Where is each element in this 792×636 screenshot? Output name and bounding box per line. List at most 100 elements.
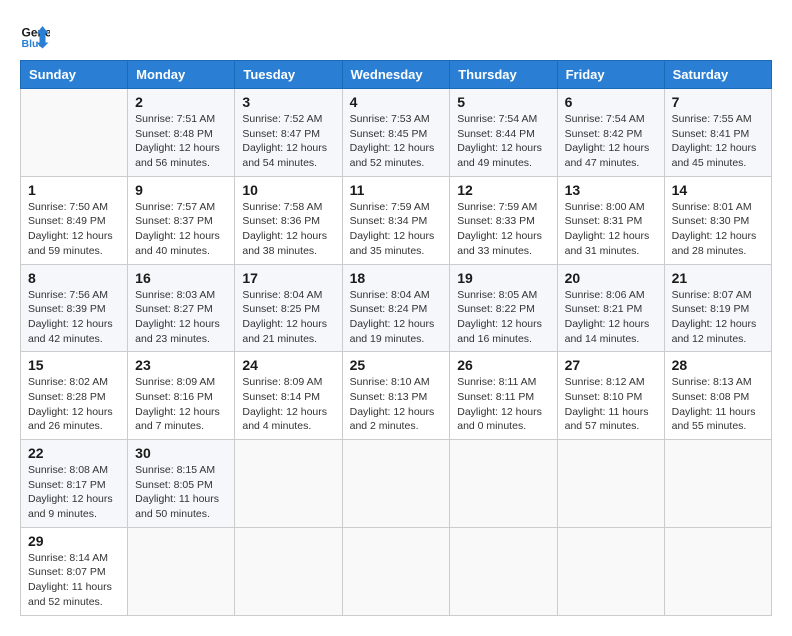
day-info: Sunrise: 7:59 AMSunset: 8:33 PMDaylight:… [457,201,542,257]
day-number: 6 [565,94,657,110]
header-day: Monday [128,61,235,89]
calendar-week-row: 22 Sunrise: 8:08 AMSunset: 8:17 PMDaylig… [21,440,772,528]
calendar-cell: 18 Sunrise: 8:04 AMSunset: 8:24 PMDaylig… [342,264,450,352]
header-day: Wednesday [342,61,450,89]
calendar-cell: 9 Sunrise: 7:57 AMSunset: 8:37 PMDayligh… [128,176,235,264]
calendar-cell: 5 Sunrise: 7:54 AMSunset: 8:44 PMDayligh… [450,89,557,177]
calendar-cell: 26 Sunrise: 8:11 AMSunset: 8:11 PMDaylig… [450,352,557,440]
day-info: Sunrise: 8:08 AMSunset: 8:17 PMDaylight:… [28,464,113,520]
day-number: 24 [242,357,334,373]
calendar-cell: 14 Sunrise: 8:01 AMSunset: 8:30 PMDaylig… [664,176,771,264]
calendar-cell: 7 Sunrise: 7:55 AMSunset: 8:41 PMDayligh… [664,89,771,177]
day-number: 3 [242,94,334,110]
logo: General Blue [20,20,50,50]
header-row: SundayMondayTuesdayWednesdayThursdayFrid… [21,61,772,89]
calendar-week-row: 15 Sunrise: 8:02 AMSunset: 8:28 PMDaylig… [21,352,772,440]
day-info: Sunrise: 7:54 AMSunset: 8:42 PMDaylight:… [565,113,650,169]
calendar-cell [557,440,664,528]
day-number: 8 [28,270,120,286]
calendar-cell: 30 Sunrise: 8:15 AMSunset: 8:05 PMDaylig… [128,440,235,528]
header-day: Saturday [664,61,771,89]
calendar-cell: 1 Sunrise: 7:50 AMSunset: 8:49 PMDayligh… [21,176,128,264]
day-number: 22 [28,445,120,461]
day-number: 19 [457,270,549,286]
calendar-cell: 12 Sunrise: 7:59 AMSunset: 8:33 PMDaylig… [450,176,557,264]
calendar-cell: 11 Sunrise: 7:59 AMSunset: 8:34 PMDaylig… [342,176,450,264]
header-day: Sunday [21,61,128,89]
calendar-cell: 20 Sunrise: 8:06 AMSunset: 8:21 PMDaylig… [557,264,664,352]
calendar-cell [664,527,771,615]
calendar-cell: 3 Sunrise: 7:52 AMSunset: 8:47 PMDayligh… [235,89,342,177]
calendar-cell: 15 Sunrise: 8:02 AMSunset: 8:28 PMDaylig… [21,352,128,440]
day-info: Sunrise: 7:59 AMSunset: 8:34 PMDaylight:… [350,201,435,257]
day-number: 28 [672,357,764,373]
day-info: Sunrise: 7:58 AMSunset: 8:36 PMDaylight:… [242,201,327,257]
day-info: Sunrise: 7:55 AMSunset: 8:41 PMDaylight:… [672,113,757,169]
day-info: Sunrise: 7:54 AMSunset: 8:44 PMDaylight:… [457,113,542,169]
calendar-cell: 2 Sunrise: 7:51 AMSunset: 8:48 PMDayligh… [128,89,235,177]
day-number: 14 [672,182,764,198]
day-number: 30 [135,445,227,461]
day-number: 13 [565,182,657,198]
calendar-cell [235,527,342,615]
logo-icon: General Blue [20,20,50,50]
calendar-cell: 4 Sunrise: 7:53 AMSunset: 8:45 PMDayligh… [342,89,450,177]
header-day: Tuesday [235,61,342,89]
calendar-cell: 10 Sunrise: 7:58 AMSunset: 8:36 PMDaylig… [235,176,342,264]
day-info: Sunrise: 7:56 AMSunset: 8:39 PMDaylight:… [28,289,113,345]
calendar-cell: 23 Sunrise: 8:09 AMSunset: 8:16 PMDaylig… [128,352,235,440]
day-info: Sunrise: 7:52 AMSunset: 8:47 PMDaylight:… [242,113,327,169]
day-number: 4 [350,94,443,110]
calendar-cell [450,527,557,615]
day-number: 12 [457,182,549,198]
day-number: 27 [565,357,657,373]
calendar-week-row: 2 Sunrise: 7:51 AMSunset: 8:48 PMDayligh… [21,89,772,177]
day-number: 16 [135,270,227,286]
day-info: Sunrise: 8:06 AMSunset: 8:21 PMDaylight:… [565,289,650,345]
calendar-week-row: 1 Sunrise: 7:50 AMSunset: 8:49 PMDayligh… [21,176,772,264]
day-info: Sunrise: 8:14 AMSunset: 8:07 PMDaylight:… [28,552,112,608]
day-number: 26 [457,357,549,373]
calendar-cell [664,440,771,528]
calendar-cell: 6 Sunrise: 7:54 AMSunset: 8:42 PMDayligh… [557,89,664,177]
day-info: Sunrise: 8:12 AMSunset: 8:10 PMDaylight:… [565,376,649,432]
calendar-cell [557,527,664,615]
day-number: 11 [350,182,443,198]
calendar-cell [128,527,235,615]
day-info: Sunrise: 8:15 AMSunset: 8:05 PMDaylight:… [135,464,219,520]
day-info: Sunrise: 8:07 AMSunset: 8:19 PMDaylight:… [672,289,757,345]
calendar-cell [21,89,128,177]
day-number: 1 [28,182,120,198]
calendar-cell [235,440,342,528]
calendar-cell: 13 Sunrise: 8:00 AMSunset: 8:31 PMDaylig… [557,176,664,264]
calendar-cell [342,527,450,615]
calendar-cell: 25 Sunrise: 8:10 AMSunset: 8:13 PMDaylig… [342,352,450,440]
calendar-cell [342,440,450,528]
calendar-cell: 22 Sunrise: 8:08 AMSunset: 8:17 PMDaylig… [21,440,128,528]
calendar-cell: 8 Sunrise: 7:56 AMSunset: 8:39 PMDayligh… [21,264,128,352]
day-number: 10 [242,182,334,198]
calendar-cell: 28 Sunrise: 8:13 AMSunset: 8:08 PMDaylig… [664,352,771,440]
calendar-cell: 17 Sunrise: 8:04 AMSunset: 8:25 PMDaylig… [235,264,342,352]
day-info: Sunrise: 8:04 AMSunset: 8:25 PMDaylight:… [242,289,327,345]
calendar-week-row: 29 Sunrise: 8:14 AMSunset: 8:07 PMDaylig… [21,527,772,615]
calendar-cell: 16 Sunrise: 8:03 AMSunset: 8:27 PMDaylig… [128,264,235,352]
day-info: Sunrise: 7:50 AMSunset: 8:49 PMDaylight:… [28,201,113,257]
day-number: 7 [672,94,764,110]
day-info: Sunrise: 8:02 AMSunset: 8:28 PMDaylight:… [28,376,113,432]
day-info: Sunrise: 8:00 AMSunset: 8:31 PMDaylight:… [565,201,650,257]
calendar-cell [450,440,557,528]
day-info: Sunrise: 8:13 AMSunset: 8:08 PMDaylight:… [672,376,756,432]
day-info: Sunrise: 7:53 AMSunset: 8:45 PMDaylight:… [350,113,435,169]
day-number: 2 [135,94,227,110]
calendar-table: SundayMondayTuesdayWednesdayThursdayFrid… [20,60,772,616]
day-number: 5 [457,94,549,110]
calendar-body: 2 Sunrise: 7:51 AMSunset: 8:48 PMDayligh… [21,89,772,616]
day-info: Sunrise: 8:11 AMSunset: 8:11 PMDaylight:… [457,376,542,432]
calendar-cell: 21 Sunrise: 8:07 AMSunset: 8:19 PMDaylig… [664,264,771,352]
calendar-week-row: 8 Sunrise: 7:56 AMSunset: 8:39 PMDayligh… [21,264,772,352]
header-day: Thursday [450,61,557,89]
calendar-cell: 27 Sunrise: 8:12 AMSunset: 8:10 PMDaylig… [557,352,664,440]
day-info: Sunrise: 8:03 AMSunset: 8:27 PMDaylight:… [135,289,220,345]
day-info: Sunrise: 8:09 AMSunset: 8:14 PMDaylight:… [242,376,327,432]
